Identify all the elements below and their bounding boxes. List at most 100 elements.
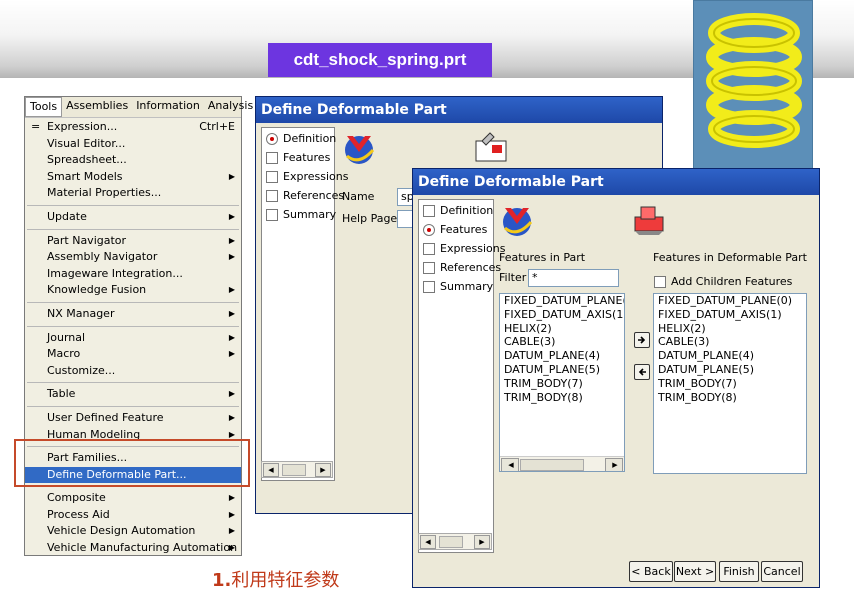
define-deformable-dialog-front: Define Deformable Part Definition Featur…: [412, 168, 820, 588]
submenu-arrow-icon: ▶: [228, 526, 235, 536]
step-expressions[interactable]: Expressions: [423, 242, 505, 255]
nx-logo-icon: [503, 208, 533, 236]
menu-item-label: Part Navigator: [47, 233, 127, 247]
list-item[interactable]: TRIM_BODY(7): [502, 377, 624, 391]
list-item[interactable]: TRIM_BODY(7): [656, 377, 806, 391]
list-item[interactable]: CABLE(3): [656, 335, 806, 349]
menu-item[interactable]: = Expression... Ctrl+E: [25, 119, 241, 136]
expression-icon: =: [31, 120, 41, 133]
list-item[interactable]: CABLE(3): [502, 335, 624, 349]
dialog-title: Define Deformable Part: [413, 169, 819, 195]
add-feature-button[interactable]: [634, 332, 650, 348]
menu-item-label: Smart Models: [47, 169, 123, 183]
step-features[interactable]: Features: [423, 223, 487, 236]
menu-item-label: User Defined Feature: [47, 410, 164, 424]
step-expressions[interactable]: Expressions: [266, 170, 348, 183]
menubar-assemblies[interactable]: Assemblies: [62, 97, 132, 117]
filter-label: Filter: [499, 271, 527, 284]
menu-item[interactable]: Knowledge Fusion ▶: [25, 282, 241, 299]
menu-item[interactable]: Update ▶: [25, 209, 241, 226]
menu-item[interactable]: User Defined Feature ▶: [25, 410, 241, 427]
features-in-part-list[interactable]: FIXED_DATUM_PLANE(0) FIXED_DATUM_AXIS(1) H…: [499, 293, 625, 472]
submenu-arrow-icon: ▶: [228, 308, 235, 318]
menu-item[interactable]: Table ▶: [25, 386, 241, 403]
menu-item-label: Vehicle Manufacturing Automation: [47, 541, 238, 555]
menu-item[interactable]: NX Manager ▶: [25, 306, 241, 323]
menu-separator: [27, 204, 239, 206]
menu-item-label: Visual Editor...: [47, 136, 126, 150]
list-item[interactable]: DATUM_PLANE(4): [656, 349, 806, 363]
list-item[interactable]: FIXED_DATUM_AXIS(1): [656, 308, 806, 322]
list-item[interactable]: DATUM_PLANE(5): [656, 363, 806, 377]
menu-item[interactable]: Material Properties...: [25, 185, 241, 202]
menubar-tools[interactable]: Tools: [25, 97, 63, 117]
nx-logo-icon: [345, 136, 375, 164]
list-item[interactable]: HELIX(2): [502, 322, 624, 336]
step-features[interactable]: Features: [266, 151, 330, 164]
submenu-arrow-icon: ▶: [228, 389, 235, 399]
submenu-arrow-icon: ▶: [228, 509, 235, 519]
submenu-arrow-icon: ▶: [228, 493, 235, 503]
step-summary[interactable]: Summary: [423, 280, 493, 293]
list-item[interactable]: DATUM_PLANE(4): [502, 349, 624, 363]
menu-separator: [27, 382, 239, 384]
step-summary[interactable]: Summary: [266, 208, 336, 221]
menu-item[interactable]: Process Aid ▶: [25, 507, 241, 524]
remove-feature-button[interactable]: [634, 364, 650, 380]
cancel-button[interactable]: Cancel: [761, 561, 803, 582]
menu-item[interactable]: Macro ▶: [25, 346, 241, 363]
tools-menu-list: = Expression... Ctrl+E Visual Editor... Spre…: [25, 119, 241, 557]
add-children-checkbox[interactable]: Add Children Features: [654, 275, 792, 288]
step-references[interactable]: References: [266, 189, 344, 202]
menu-item[interactable]: Vehicle Design Automation ▶: [25, 523, 241, 540]
menu-item-label: Macro: [47, 347, 81, 361]
menu-item-label: Knowledge Fusion: [47, 283, 147, 297]
menu-separator: [27, 405, 239, 407]
list-item[interactable]: HELIX(2): [656, 322, 806, 336]
slide-caption: 1.利用特征参数: [212, 570, 340, 591]
menu-item-label: Spreadsheet...: [47, 153, 127, 167]
highlight-box: [14, 439, 250, 487]
tools-menu: Tools Assemblies Information Analysis = E…: [24, 96, 253, 557]
menubar-information[interactable]: Information: [132, 97, 204, 117]
steps-scrollbar[interactable]: ◀ ▶: [261, 461, 333, 478]
submenu-arrow-icon: ▶: [228, 211, 235, 221]
next-button[interactable]: Next >: [674, 561, 716, 582]
list-item[interactable]: FIXED_DATUM_PLANE(0): [502, 294, 624, 308]
menu-item[interactable]: Vehicle Manufacturing Automation ▶: [25, 540, 241, 557]
step-references[interactable]: References: [423, 261, 501, 274]
name-label: Name: [342, 190, 375, 203]
menu-item[interactable]: Part Navigator ▶: [25, 233, 241, 250]
menu-item-label: Table: [47, 387, 76, 401]
menu-item-label: Update: [47, 209, 87, 223]
menu-item[interactable]: Composite ▶: [25, 490, 241, 507]
menubar-analysis[interactable]: Analysis: [204, 97, 257, 117]
menu-item[interactable]: Assembly Navigator ▶: [25, 249, 241, 266]
back-button[interactable]: < Back: [629, 561, 673, 582]
menu-item[interactable]: Customize...: [25, 363, 241, 380]
list-item[interactable]: TRIM_BODY(8): [656, 391, 806, 405]
deformable-part-icon: [475, 132, 507, 162]
menu-item[interactable]: Imageware Integration...: [25, 266, 241, 283]
finish-button[interactable]: Finish: [719, 561, 759, 582]
list-item[interactable]: FIXED_DATUM_AXIS(1): [502, 308, 624, 322]
menu-item[interactable]: Journal ▶: [25, 330, 241, 347]
menu-item[interactable]: Spreadsheet...: [25, 152, 241, 169]
menu-item-label: Process Aid: [47, 507, 110, 521]
submenu-arrow-icon: ▶: [228, 332, 235, 342]
features-in-part-label: Features in Part: [499, 251, 586, 264]
list-item[interactable]: DATUM_PLANE(5): [502, 363, 624, 377]
steps-scrollbar[interactable]: ◀ ▶: [418, 533, 492, 550]
menu-item[interactable]: Visual Editor...: [25, 136, 241, 153]
step-definition[interactable]: Definition: [266, 132, 336, 145]
menu-item[interactable]: Smart Models ▶: [25, 169, 241, 186]
list-item[interactable]: TRIM_BODY(8): [502, 391, 624, 405]
file-title-banner: cdt_shock_spring.prt: [268, 43, 492, 77]
step-definition[interactable]: Definition: [423, 204, 493, 217]
filter-input[interactable]: *: [528, 269, 619, 287]
menu-item-label: Customize...: [47, 363, 116, 377]
menu-item-label: Journal: [47, 330, 86, 344]
menu-separator: [27, 325, 239, 327]
features-deformable-list[interactable]: FIXED_DATUM_PLANE(0) FIXED_DATUM_AXIS(1) H…: [653, 293, 807, 474]
list-item[interactable]: FIXED_DATUM_PLANE(0): [656, 294, 806, 308]
